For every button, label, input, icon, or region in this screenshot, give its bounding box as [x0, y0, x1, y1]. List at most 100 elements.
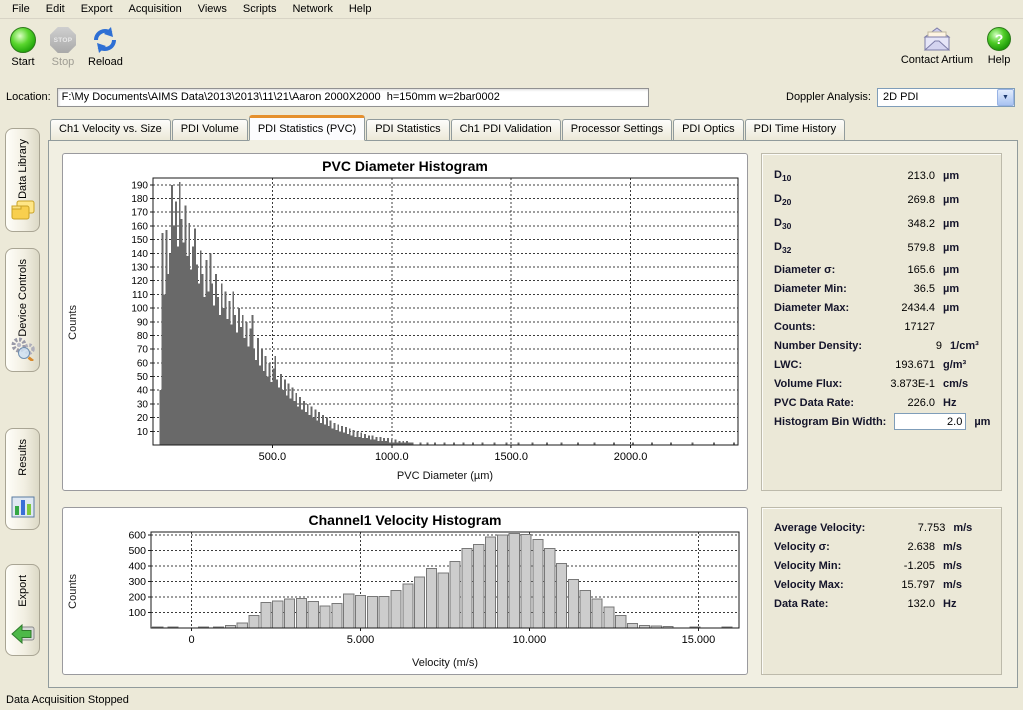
menu-item-help[interactable]: Help: [341, 1, 380, 17]
stat-row: Velocity Max:15.797m/s: [772, 575, 991, 594]
chevron-down-icon[interactable]: ▼: [997, 89, 1014, 106]
stat-label: Average Velocity:: [774, 522, 865, 534]
stat-label: Number Density:: [774, 340, 862, 352]
menu-item-edit[interactable]: Edit: [38, 1, 73, 17]
stat-label: Histogram Bin Width:: [774, 416, 886, 428]
menu-item-scripts[interactable]: Scripts: [235, 1, 285, 17]
stop-button[interactable]: STOP Stop: [50, 27, 76, 68]
stat-unit: m/s: [943, 560, 989, 572]
contact-artium-label: Contact Artium: [901, 54, 973, 66]
contact-artium-icon: [922, 27, 952, 51]
stat-label: Diameter Max:: [774, 302, 855, 314]
velocity-x-axis-label: Velocity (m/s): [153, 657, 737, 669]
start-icon: [10, 27, 36, 53]
menu-item-export[interactable]: Export: [73, 1, 121, 17]
stat-row: D10213.0µm: [772, 164, 991, 188]
menu-item-network[interactable]: Network: [284, 1, 340, 17]
svg-text:5.000: 5.000: [347, 634, 375, 646]
stat-value: 269.8: [863, 194, 935, 206]
help-button[interactable]: ? Help: [987, 27, 1011, 66]
svg-text:40: 40: [137, 386, 149, 397]
stat-value: 2.638: [863, 541, 935, 553]
stat-row: Diameter Min: 36.5 µm: [772, 279, 991, 298]
pvc-diameter-histogram-chart: PVC Diameter Histogram Counts 1020304050…: [62, 153, 748, 491]
svg-text:10: 10: [137, 427, 149, 438]
svg-text:130: 130: [131, 263, 148, 274]
velocity-statistics-panel: Average Velocity:7.753m/sVelocity σ:2.63…: [761, 507, 1002, 675]
stat-label: Diameter Min:: [774, 283, 855, 295]
sidebar-item-label: Export: [17, 575, 29, 607]
stat-row: Velocity σ:2.638m/s: [772, 537, 991, 556]
stat-unit: µm: [943, 242, 989, 254]
stat-unit: µm: [974, 416, 1020, 428]
location-row: Location: Doppler Analysis: 2D PDI ▼: [0, 83, 1023, 111]
menu-item-acquisition[interactable]: Acquisition: [121, 1, 190, 17]
tab-ch1-velocity-vs-size[interactable]: Ch1 Velocity vs. Size: [50, 119, 171, 140]
start-button-label: Start: [11, 56, 34, 68]
gears-icon: [10, 337, 36, 364]
stat-label: Velocity Min:: [774, 560, 855, 572]
tab-ch1-pdi-validation[interactable]: Ch1 PDI Validation: [451, 119, 561, 140]
svg-text:100: 100: [131, 304, 148, 315]
histogram-bin-width-input[interactable]: [894, 413, 966, 430]
tab-processor-settings[interactable]: Processor Settings: [562, 119, 672, 140]
start-button[interactable]: Start: [10, 27, 36, 68]
sidebar-item-label: Results: [17, 439, 29, 476]
tab-pdi-volume[interactable]: PDI Volume: [172, 119, 248, 140]
stat-row: Volume Flux:3.873E-1cm/s: [772, 374, 991, 393]
stat-row: Histogram Bin Width:µm: [772, 412, 991, 431]
tab-pdi-statistics[interactable]: PDI Statistics: [366, 119, 449, 140]
stop-button-label: Stop: [52, 56, 75, 68]
stat-row: PVC Data Rate:226.0Hz: [772, 393, 991, 412]
svg-text:190: 190: [131, 180, 148, 191]
stat-value: 226.0: [863, 397, 935, 409]
stat-label: Volume Flux:: [774, 378, 855, 390]
svg-text:500.0: 500.0: [259, 451, 287, 463]
reload-button[interactable]: Reload: [88, 27, 123, 68]
stat-row: Diameter Max:2434.4µm: [772, 298, 991, 317]
reload-button-label: Reload: [88, 56, 123, 68]
doppler-analysis-select[interactable]: 2D PDI ▼: [877, 88, 1015, 107]
stat-label: D30: [774, 217, 855, 231]
menu-item-file[interactable]: File: [4, 1, 38, 17]
stat-value: -1.205: [863, 560, 935, 572]
stat-value: 213.0: [863, 170, 935, 182]
svg-text:120: 120: [131, 276, 148, 287]
menu-bar: FileEditExportAcquisitionViewsScriptsNet…: [0, 0, 1023, 19]
contact-artium-button[interactable]: Contact Artium: [901, 27, 973, 66]
stat-row: LWC:193.671g/m³: [772, 355, 991, 374]
stat-unit: g/m³: [943, 359, 989, 371]
help-button-label: Help: [988, 54, 1011, 66]
menu-item-views[interactable]: Views: [190, 1, 235, 17]
svg-text:180: 180: [131, 194, 148, 205]
export-icon: [10, 622, 36, 647]
stat-row: D32579.8µm: [772, 236, 991, 260]
pvc-diameter-plot: 1020304050607080901001101201301401501601…: [63, 154, 749, 492]
tab-pdi-optics[interactable]: PDI Optics: [673, 119, 744, 140]
location-input[interactable]: [57, 88, 649, 107]
doppler-analysis-label: Doppler Analysis:: [786, 91, 871, 103]
sidebar-item-results[interactable]: Results: [5, 428, 40, 530]
stat-label: Diameter σ:: [774, 264, 855, 276]
stat-row: Average Velocity:7.753m/s: [772, 518, 991, 537]
stat-row: Diameter σ:165.6µm: [772, 260, 991, 279]
stat-value: 36.5: [863, 283, 935, 295]
sidebar-item-device-controls[interactable]: Device Controls: [5, 248, 40, 372]
stat-label: LWC:: [774, 359, 855, 371]
stat-row: Number Density:91/cm³: [772, 336, 991, 355]
pvc-statistics-panel: D10213.0µmD20269.8µmD30348.2µmD32579.8µm…: [761, 153, 1002, 491]
tab-pdi-statistics-pvc-[interactable]: PDI Statistics (PVC): [249, 115, 365, 141]
stat-unit: µm: [943, 283, 989, 295]
svg-text:170: 170: [131, 208, 148, 219]
stat-row: Counts:17127: [772, 317, 991, 336]
svg-text:200: 200: [128, 592, 146, 604]
sidebar-item-data-library[interactable]: Data Library: [5, 128, 40, 232]
tab-pdi-time-history[interactable]: PDI Time History: [745, 119, 846, 140]
svg-text:0: 0: [188, 634, 194, 646]
stat-unit: m/s: [953, 522, 999, 534]
svg-text:30: 30: [137, 399, 149, 410]
stat-label: Counts:: [774, 321, 855, 333]
svg-text:500: 500: [128, 545, 146, 557]
stat-row: D20269.8µm: [772, 188, 991, 212]
sidebar-item-export[interactable]: Export: [5, 564, 40, 656]
